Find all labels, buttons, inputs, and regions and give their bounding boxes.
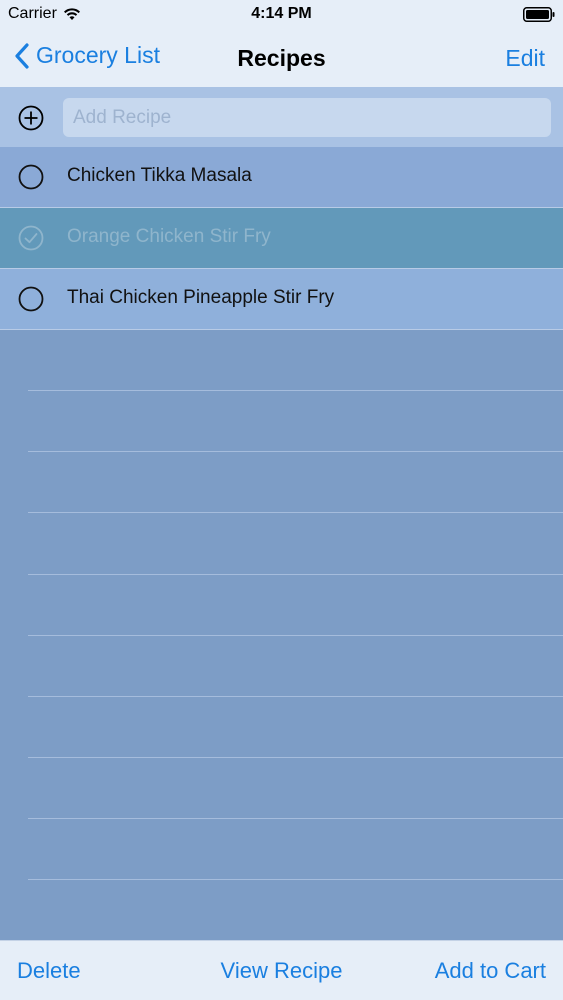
page-title: Recipes [237, 45, 326, 71]
unchecked-circle-icon[interactable] [18, 164, 44, 190]
recipe-name: Chicken Tikka Masala [67, 165, 252, 186]
edit-button[interactable]: Edit [505, 45, 545, 72]
row-separator [28, 574, 563, 575]
add-to-cart-button[interactable]: Add to Cart [435, 958, 546, 984]
row-separator [28, 818, 563, 819]
checked-circle-icon[interactable] [18, 225, 44, 251]
row-separator [28, 635, 563, 636]
row-separator [28, 696, 563, 697]
row-separator [28, 451, 563, 452]
row-separator [28, 879, 563, 880]
recipe-name: Thai Chicken Pineapple Stir Fry [67, 287, 335, 308]
recipe-row-chicken-tikka-masala[interactable]: Chicken Tikka Masala [0, 147, 563, 208]
navigation-bar: Grocery List Recipes Edit [0, 30, 563, 87]
row-separator [28, 512, 563, 513]
empty-list-area [0, 330, 563, 940]
row-separator [28, 390, 563, 391]
recipe-name: Orange Chicken Stir Fry [67, 226, 271, 247]
add-recipe-input[interactable] [63, 98, 551, 137]
recipe-row-thai-chicken-pineapple-stir-fry[interactable]: Thai Chicken Pineapple Stir Fry [0, 269, 563, 330]
status-time: 4:14 PM [251, 5, 312, 22]
bottom-toolbar: Delete View Recipe Add to Cart [0, 940, 563, 1000]
recipe-list: Chicken Tikka Masala Orange Chicken Stir… [0, 147, 563, 330]
unchecked-circle-icon[interactable] [18, 286, 44, 312]
row-separator [28, 757, 563, 758]
plus-circle-icon[interactable] [18, 105, 44, 131]
battery-icon [523, 7, 555, 22]
status-bar: Carrier 4:14 PM [0, 0, 563, 30]
add-recipe-row [0, 87, 563, 147]
recipes-screen: Carrier 4:14 PM Grocery List Recipes Edi… [0, 0, 563, 1000]
recipe-row-orange-chicken-stir-fry[interactable]: Orange Chicken Stir Fry [0, 208, 563, 269]
